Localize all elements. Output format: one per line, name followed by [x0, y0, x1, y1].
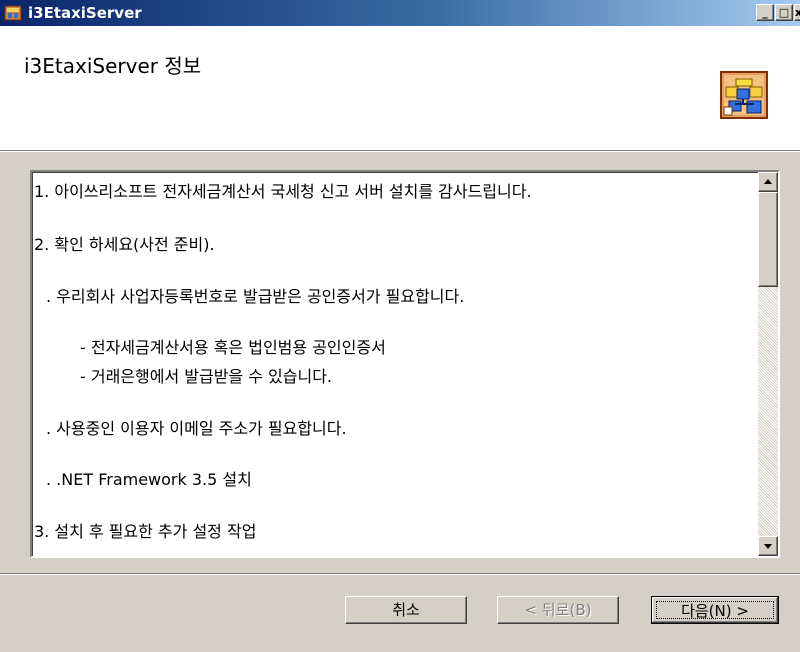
separator [0, 573, 800, 575]
info-line: . 우리회사 사업자등록번호로 발급받은 공인증서가 필요합니다. [46, 287, 465, 306]
close-icon: x [795, 6, 800, 19]
title-bar: i3EtaxiServer _ □ x [0, 0, 800, 26]
info-line: - 거래은행에서 발급받을 수 있습니다. [80, 367, 333, 386]
next-button[interactable]: 다음(N) > [651, 596, 779, 624]
info-line: . 사용중인 이용자 이메일 주소가 필요합니다. [46, 419, 347, 438]
scroll-down-button[interactable] [758, 536, 778, 556]
app-icon [4, 5, 22, 21]
info-text: 1. 아이쓰리소프트 전자세금계산서 국세청 신고 서버 설치를 감사드립니다.… [34, 174, 760, 554]
close-button[interactable]: x [794, 4, 800, 21]
next-button-label: 다음(N) > [656, 601, 774, 620]
window-title: i3EtaxiServer [28, 4, 142, 22]
minimize-icon: _ [762, 6, 768, 19]
cancel-button[interactable]: 취소 [345, 596, 467, 624]
installer-network-icon [720, 71, 768, 119]
info-textbox[interactable]: 1. 아이쓰리소프트 전자세금계산서 국세청 신고 서버 설치를 감사드립니다.… [30, 170, 780, 558]
scroll-up-button[interactable] [758, 172, 778, 192]
scroll-thumb[interactable] [758, 192, 778, 287]
maximize-button[interactable]: □ [775, 4, 793, 21]
info-line: 1. 아이쓰리소프트 전자세금계산서 국세청 신고 서버 설치를 감사드립니다. [34, 182, 532, 201]
info-line: 2. 확인 하세요(사전 준비). [34, 235, 215, 254]
minimize-button[interactable]: _ [756, 4, 774, 21]
arrow-down-icon [764, 544, 772, 549]
info-line: 3. 설치 후 필요한 추가 설정 작업 [34, 522, 257, 541]
info-line: . .NET Framework 3.5 설치 [46, 470, 252, 489]
page-title: i3EtaxiServer 정보 [24, 54, 202, 78]
arrow-up-icon [764, 179, 772, 184]
info-line: - 전자세금계산서용 혹은 법인범용 공인인증서 [80, 338, 386, 357]
back-button[interactable]: < 뒤로(B) [497, 596, 619, 624]
maximize-icon: □ [778, 6, 790, 19]
header-banner: i3EtaxiServer 정보 [0, 26, 800, 152]
vertical-scrollbar[interactable] [758, 172, 778, 556]
